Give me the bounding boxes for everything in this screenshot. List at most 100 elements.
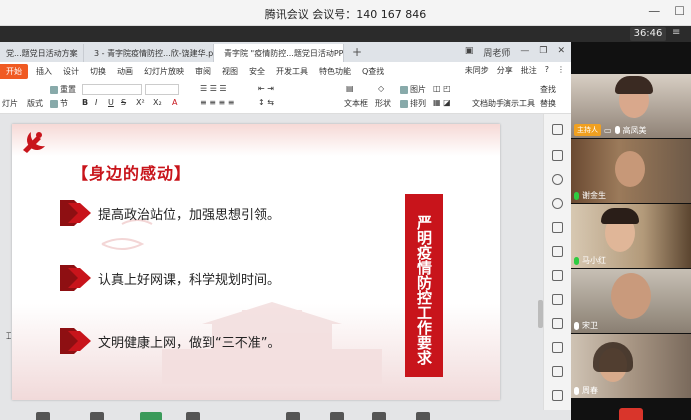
members-icon[interactable] (186, 412, 200, 420)
strikethrough-icon[interactable]: S (121, 98, 126, 107)
presentation-tools-button[interactable]: 演示工具 (503, 98, 535, 109)
style-icon[interactable]: ▦ ◪ (433, 98, 451, 107)
indent-icon[interactable]: ⇤ ⇥ (258, 84, 274, 93)
settings-tool-icon[interactable] (552, 366, 563, 377)
find-button[interactable]: 查找 (540, 84, 556, 95)
doc-tab[interactable]: 党...题党日活动方案 (0, 44, 84, 62)
font-size-select[interactable] (145, 84, 179, 95)
doc-tab[interactable]: 3 - 青字院疫情防控...欣-饶建华.pdf ✕ (84, 44, 214, 62)
mic-icon (574, 321, 579, 330)
layout-button[interactable]: 版式 (27, 98, 43, 109)
share-screen-icon[interactable] (140, 412, 162, 420)
bold-icon[interactable]: B (82, 98, 88, 107)
superscript-icon[interactable]: X² (136, 98, 145, 107)
menu-item[interactable]: 开发工具 (276, 66, 308, 77)
shape-tool-icon[interactable] (552, 174, 563, 185)
chart-tool-icon[interactable] (552, 294, 563, 305)
menu-item[interactable]: 幻灯片放映 (144, 66, 184, 77)
window-controls: — ☐ (648, 4, 685, 18)
menu-item[interactable]: 切换 (90, 66, 106, 77)
help-icon[interactable]: ? (545, 65, 549, 76)
menu-item[interactable]: 特色功能 (319, 66, 351, 77)
chat-icon[interactable] (286, 412, 300, 420)
font-color-icon[interactable]: A (172, 98, 177, 107)
format-icon[interactable]: ◫ ◰ (433, 84, 451, 93)
user-name[interactable]: 周老师 (483, 46, 510, 59)
comment-button[interactable]: 批注 (521, 65, 537, 76)
leave-meeting-icon[interactable] (619, 408, 643, 420)
mute-icon[interactable] (36, 412, 50, 420)
align-icon[interactable]: ☰ ☰ ☰ (200, 84, 227, 93)
maximize-icon[interactable]: ☐ (674, 4, 685, 18)
menu-search[interactable]: Q查找 (362, 66, 384, 77)
font-family-select[interactable] (82, 84, 142, 95)
menu-item[interactable]: 视图 (222, 66, 238, 77)
participant-video[interactable]: 马小红 (571, 204, 691, 268)
textbox-icon[interactable]: ▤ (346, 84, 354, 93)
reset-button[interactable]: 重置 (50, 84, 76, 95)
participant-video[interactable]: 主持人 ▭ 高凤美 (571, 74, 691, 138)
menu-item[interactable]: 插入 (36, 66, 52, 77)
shape-button[interactable]: 形状 (375, 98, 391, 109)
copy-tool-icon[interactable] (552, 150, 563, 161)
menu-start[interactable]: 开始 (0, 63, 28, 79)
subscript-icon[interactable]: X₂ (153, 98, 162, 107)
sync-status[interactable]: 未同步 (465, 65, 489, 76)
share-button[interactable]: 分享 (497, 65, 513, 76)
tab-bar-right: ▣ 周老师 — ❐ ✕ (465, 46, 565, 59)
mic-icon (574, 191, 579, 200)
tab-count-icon[interactable]: ▣ (465, 46, 474, 59)
location-tool-icon[interactable] (552, 198, 563, 209)
add-tab-button[interactable]: + (344, 45, 370, 59)
participant-video[interactable]: 周春 (571, 334, 691, 398)
grid-tool-icon[interactable] (552, 246, 563, 257)
section-button[interactable]: 节 (50, 98, 68, 109)
participant-video[interactable]: 谢金生 (571, 139, 691, 203)
participant-name: 周春 (582, 386, 598, 395)
slide-bullet: 提高政治站位，加强思想引领。 (60, 200, 280, 226)
more-icon[interactable]: ≡ (672, 27, 680, 38)
doc-tab-label: 青字院 "疫情防控...题党日活动PPT (224, 48, 344, 58)
menu-item[interactable]: 审阅 (195, 66, 211, 77)
meeting-title: 腾讯会议 会议号：140 167 846 (264, 8, 427, 21)
right-tool-panel (543, 114, 571, 420)
doc-assistant-button[interactable]: 文档助手 (472, 98, 504, 109)
menu-item[interactable]: 设计 (63, 66, 79, 77)
template-tool-icon[interactable] (552, 318, 563, 329)
slide[interactable]: 【身边的感动】 提高政治站位，加强思想引领。 认真上好网课，科学规划时间。 文明… (12, 124, 500, 400)
participant-video[interactable]: 宋卫 (571, 269, 691, 333)
meeting-timer: 36:46 (630, 27, 666, 41)
video-icon[interactable] (90, 412, 104, 420)
arrange-button[interactable]: 排列 (400, 98, 426, 109)
clip-tool-icon[interactable] (552, 342, 563, 353)
replace-button[interactable]: 替换 (540, 98, 556, 109)
meeting-status-strip: 36:46 ≡ (0, 26, 691, 42)
more-icon[interactable]: ⋮ (557, 65, 565, 76)
restore-icon[interactable]: ❐ (539, 46, 547, 59)
participant-label: 谢金生 (574, 190, 606, 201)
minimize-icon[interactable]: — (520, 46, 529, 59)
minimize-icon[interactable]: — (648, 4, 660, 18)
pointer-tool-icon[interactable] (552, 124, 563, 135)
menu-item[interactable]: 动画 (117, 66, 133, 77)
participant-face (611, 273, 651, 319)
paragraph-icon[interactable]: ≡ ≡ ≡ ≡ (200, 98, 234, 107)
textbox-button[interactable]: 文本框 (344, 98, 368, 109)
slide-heading: 【身边的感动】 (72, 164, 192, 183)
arrow-icon (60, 328, 91, 354)
record-icon[interactable] (330, 412, 344, 420)
apps-icon[interactable] (372, 412, 386, 420)
table-tool-icon[interactable] (552, 270, 563, 281)
new-slide-button[interactable]: 灯片 (2, 98, 18, 109)
doc-tab-active[interactable]: 青字院 "疫情防控...题党日活动PPT ✕ (214, 44, 344, 62)
close-icon[interactable]: ✕ (557, 46, 565, 59)
italic-icon[interactable]: I (95, 98, 97, 107)
picture-button[interactable]: 图片 (400, 84, 426, 95)
spacing-icon[interactable]: ↕ ⇆ (258, 98, 274, 107)
underline-icon[interactable]: U (108, 98, 114, 107)
settings-icon[interactable] (416, 412, 430, 420)
video-tool-icon[interactable] (552, 390, 563, 401)
animation-tool-icon[interactable] (552, 222, 563, 233)
menu-item[interactable]: 安全 (249, 66, 265, 77)
shape-icon[interactable]: ◇ (378, 84, 384, 93)
